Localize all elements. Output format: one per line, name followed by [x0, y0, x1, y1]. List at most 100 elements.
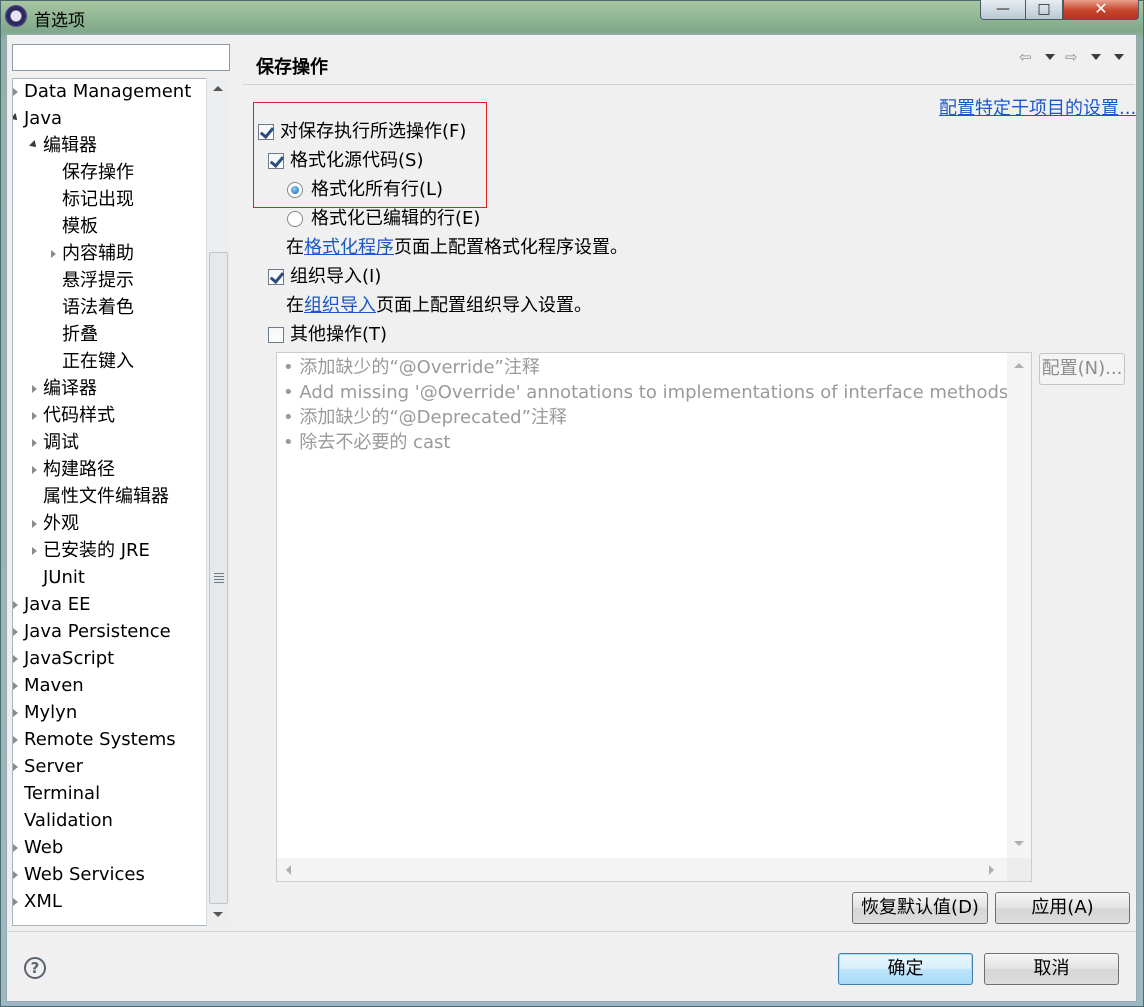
scroll-up-icon[interactable] — [213, 86, 223, 91]
sidebar-item-label: 外观 — [43, 513, 79, 534]
forward-arrow-icon[interactable]: ⇨ — [1065, 48, 1078, 66]
list-vertical-scrollbar[interactable] — [1007, 353, 1031, 858]
format-edited-lines-radio[interactable] — [287, 211, 303, 227]
window-title: 首选项 — [34, 11, 85, 31]
sidebar-item-label: Java Persistence — [24, 621, 171, 642]
sidebar-item-label: JUnit — [43, 567, 85, 588]
chevron-right-icon[interactable] — [13, 736, 18, 744]
chevron-right-icon[interactable] — [13, 682, 18, 690]
chevron-right-icon[interactable] — [13, 709, 18, 717]
chevron-right-icon[interactable] — [32, 385, 37, 393]
sidebar-item-label: JavaScript — [24, 648, 115, 669]
filter-input[interactable] — [12, 44, 230, 71]
chevron-right-icon[interactable] — [13, 898, 18, 906]
formatter-link[interactable]: 格式化程序 — [304, 237, 394, 258]
help-icon[interactable]: ? — [24, 957, 46, 979]
list-scroll-left-icon[interactable] — [286, 865, 291, 875]
imports-note-prefix: 在 — [286, 295, 304, 316]
sidebar-item-label: Remote Systems — [24, 729, 176, 750]
sidebar-item-label: Java EE — [24, 594, 91, 615]
sidebar-item-label: 已安装的 JRE — [43, 540, 150, 561]
list-scroll-right-icon[interactable] — [989, 865, 994, 875]
other-actions-checkbox[interactable] — [268, 327, 284, 343]
formatter-note-prefix: 在 — [286, 237, 304, 258]
chevron-down-icon[interactable] — [29, 140, 39, 150]
apply-button[interactable]: 应用(A) — [995, 892, 1130, 924]
sidebar-item-label: Terminal — [24, 783, 101, 804]
forward-dropdown-icon[interactable] — [1091, 54, 1101, 60]
organize-imports-checkbox[interactable] — [268, 269, 284, 285]
perform-on-save-checkbox[interactable] — [258, 124, 274, 140]
chevron-right-icon[interactable] — [13, 763, 18, 771]
other-actions-list[interactable]: • 添加缺少的“@Override”注释 • Add missing '@Ove… — [276, 352, 1032, 882]
sidebar-item-label: Server — [24, 756, 84, 777]
imports-note: 在组织导入页面上配置组织导入设置。 — [286, 293, 592, 319]
configure-project-settings-link[interactable]: 配置特定于项目的设置... — [939, 94, 1136, 120]
chevron-right-icon[interactable] — [13, 844, 18, 852]
format-source-checkbox[interactable] — [268, 153, 284, 169]
chevron-right-icon[interactable] — [13, 628, 18, 636]
sidebar-item-label: 属性文件编辑器 — [43, 486, 169, 507]
scroll-down-icon[interactable] — [213, 912, 223, 917]
page-header — [243, 40, 1135, 85]
chevron-right-icon[interactable] — [13, 601, 18, 609]
sidebar-item-label: 折叠 — [62, 324, 98, 345]
chevron-right-icon[interactable] — [13, 871, 18, 879]
list-horizontal-scrollbar[interactable] — [277, 858, 1007, 881]
sidebar-item-label: 编辑器 — [43, 135, 97, 156]
chevron-right-icon[interactable] — [13, 655, 18, 663]
sidebar-item-label: 内容辅助 — [62, 243, 134, 264]
imports-note-suffix: 页面上配置组织导入设置。 — [376, 295, 592, 316]
ok-button[interactable]: 确定 — [838, 953, 973, 985]
sidebar-item-label: 保存操作 — [62, 162, 134, 183]
close-button[interactable]: ✕ — [1063, 0, 1139, 20]
chevron-right-icon[interactable] — [32, 466, 37, 474]
maximize-button[interactable]: □ — [1025, 0, 1063, 20]
sidebar-item-label: Validation — [24, 810, 113, 831]
chevron-right-icon[interactable] — [32, 412, 37, 420]
back-dropdown-icon[interactable] — [1045, 54, 1055, 60]
minimize-button[interactable]: — — [980, 0, 1026, 20]
configure-button[interactable]: 配置(N)... — [1039, 353, 1125, 385]
sidebar-item-label: 语法着色 — [62, 297, 134, 318]
sidebar-item-label: Web — [24, 837, 64, 858]
list-scroll-down-icon[interactable] — [1014, 841, 1024, 846]
title-bar[interactable]: 首选项 — □ ✕ — [0, 0, 1144, 34]
sidebar-item-label: 标记出现 — [62, 189, 134, 210]
sidebar-item-label: Web Services — [24, 864, 145, 885]
page-title: 保存操作 — [256, 57, 328, 78]
scroll-thumb[interactable] — [209, 252, 228, 904]
splitter-sash[interactable] — [237, 40, 243, 928]
format-all-lines-radio[interactable] — [287, 182, 303, 198]
sidebar-item-label: 调试 — [43, 432, 79, 453]
other-actions-label: 其他操作(T) — [290, 324, 388, 345]
preference-tree[interactable]: Data Management Java 编辑器 保存操作 标记出现 模板 内容辅助 悬浮提示… — [12, 78, 230, 926]
list-item: • 除去不必要的 cast — [283, 432, 451, 453]
footer-separator — [7, 931, 1136, 932]
back-arrow-icon[interactable]: ⇦ — [1019, 48, 1032, 66]
sidebar-item-label: 构建路径 — [43, 459, 115, 480]
sidebar-item-label: Java — [24, 108, 63, 129]
perform-on-save-label: 对保存执行所选操作(F) — [280, 121, 467, 142]
tree-vertical-scrollbar[interactable] — [206, 78, 230, 926]
organize-imports-link[interactable]: 组织导入 — [304, 295, 376, 316]
organize-imports-label: 组织导入(I) — [290, 266, 382, 287]
chevron-right-icon[interactable] — [13, 88, 18, 96]
formatter-note-suffix: 页面上配置格式化程序设置。 — [394, 237, 628, 258]
chevron-right-icon[interactable] — [32, 520, 37, 528]
view-menu-icon[interactable] — [1114, 54, 1124, 60]
cancel-button[interactable]: 取消 — [984, 953, 1119, 985]
chevron-right-icon[interactable] — [51, 250, 56, 258]
formatter-note: 在格式化程序页面上配置格式化程序设置。 — [286, 235, 628, 261]
sidebar-item-label: 悬浮提示 — [62, 270, 134, 291]
sidebar-item-label: 代码样式 — [43, 405, 115, 426]
chevron-right-icon[interactable] — [32, 439, 37, 447]
list-item: • 添加缺少的“@Deprecated”注释 — [283, 407, 567, 428]
chevron-right-icon[interactable] — [32, 547, 37, 555]
list-item: • 添加缺少的“@Override”注释 — [283, 357, 540, 378]
list-item: • Add missing '@Override' annotations to… — [283, 382, 1009, 403]
chevron-down-icon[interactable] — [13, 113, 20, 123]
sidebar-item-label: 正在键入 — [62, 351, 134, 372]
restore-defaults-button[interactable]: 恢复默认值(D) — [852, 892, 988, 924]
list-scroll-up-icon[interactable] — [1014, 363, 1024, 368]
